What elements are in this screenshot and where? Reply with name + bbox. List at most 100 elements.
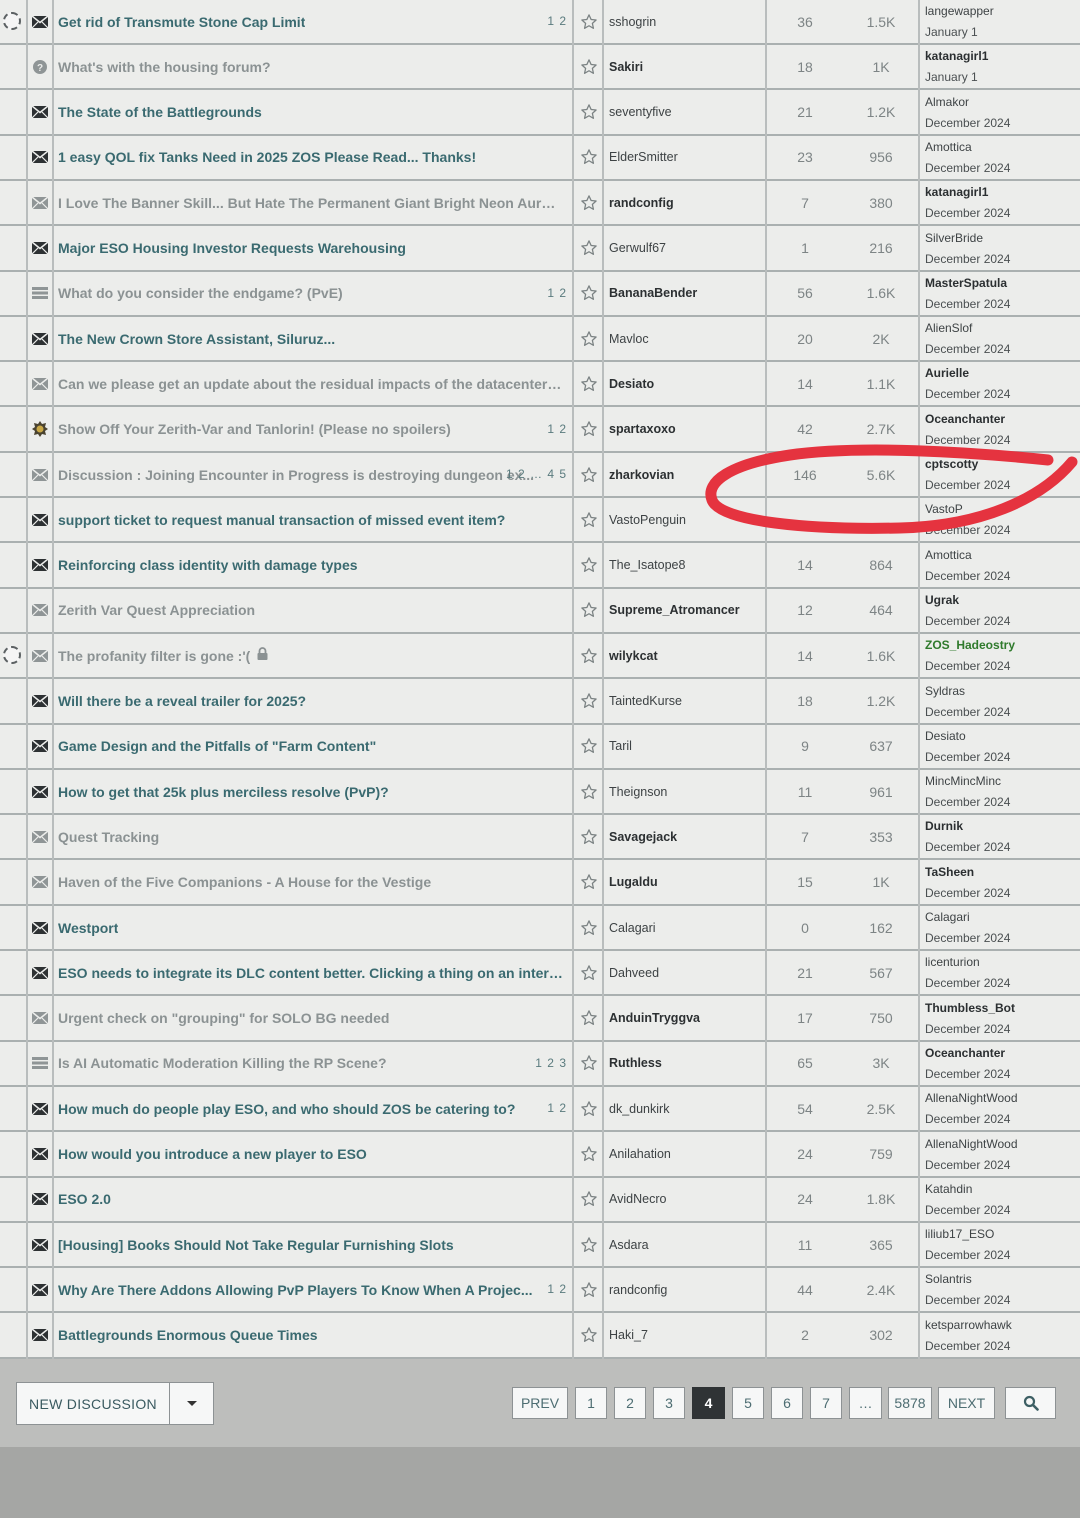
discussion-starter[interactable]: Taril: [609, 725, 765, 768]
discussion-title-link[interactable]: Why Are There Addons Allowing PvP Player…: [58, 1282, 533, 1298]
bookmark-star-icon[interactable]: [576, 725, 602, 768]
last-post-date[interactable]: December 2024: [925, 433, 1010, 447]
bookmark-star-icon[interactable]: [576, 317, 602, 360]
discussion-starter[interactable]: VastoPenguin: [609, 498, 765, 541]
bookmark-star-icon[interactable]: [576, 589, 602, 632]
discussion-starter[interactable]: zharkovian: [609, 453, 765, 496]
discussion-starter[interactable]: randconfig: [609, 1268, 765, 1311]
last-post-user[interactable]: MincMincMinc: [925, 774, 1001, 788]
page-links[interactable]: 1 2 … 4 5: [506, 467, 567, 481]
last-post-date[interactable]: December 2024: [925, 886, 1010, 900]
discussion-title-link[interactable]: The State of the Battlegrounds: [58, 104, 262, 120]
last-post-user[interactable]: Solantris: [925, 1272, 972, 1286]
page-number-button[interactable]: 1: [575, 1387, 607, 1419]
bookmark-star-icon[interactable]: [576, 227, 602, 270]
discussion-starter[interactable]: spartaxoxo: [609, 408, 765, 451]
page-links[interactable]: 1 2: [547, 1282, 567, 1296]
bookmark-star-icon[interactable]: [576, 861, 602, 904]
last-post-user[interactable]: Thumbless_Bot: [925, 1001, 1015, 1015]
last-post-user[interactable]: Amottica: [925, 140, 972, 154]
discussion-starter[interactable]: Savagejack: [609, 815, 765, 858]
last-post-user[interactable]: Amottica: [925, 548, 972, 562]
last-post-date[interactable]: December 2024: [925, 976, 1010, 990]
page-links[interactable]: 1 2: [547, 14, 567, 28]
bookmark-star-icon[interactable]: [576, 815, 602, 858]
discussion-starter[interactable]: AnduinTryggva: [609, 997, 765, 1040]
discussion-title-link[interactable]: Discussion : Joining Encounter in Progre…: [58, 467, 534, 483]
page-number-button[interactable]: 4: [692, 1387, 725, 1419]
discussion-starter[interactable]: TaintedKurse: [609, 680, 765, 723]
last-post-user[interactable]: AllenaNightWood: [925, 1091, 1018, 1105]
last-post-date[interactable]: December 2024: [925, 750, 1010, 764]
bookmark-star-icon[interactable]: [576, 362, 602, 405]
participant-avatar[interactable]: [3, 12, 21, 30]
last-post-user[interactable]: Katahdin: [925, 1182, 972, 1196]
discussion-starter[interactable]: Supreme_Atromancer: [609, 589, 765, 632]
last-post-date[interactable]: December 2024: [925, 705, 1010, 719]
discussion-title-link[interactable]: Major ESO Housing Investor Requests Ware…: [58, 240, 406, 256]
page-number-button[interactable]: 2: [614, 1387, 646, 1419]
next-page-button[interactable]: NEXT: [938, 1387, 995, 1419]
discussion-title-link[interactable]: Haven of the Five Companions - A House f…: [58, 874, 431, 890]
search-button[interactable]: [1005, 1387, 1056, 1419]
bookmark-star-icon[interactable]: [576, 181, 602, 224]
last-post-user[interactable]: AllenaNightWood: [925, 1137, 1018, 1151]
last-post-date[interactable]: December 2024: [925, 161, 1010, 175]
last-post-user[interactable]: Aurielle: [925, 366, 969, 380]
discussion-title-link[interactable]: Quest Tracking: [58, 829, 159, 845]
bookmark-star-icon[interactable]: [576, 634, 602, 677]
last-post-date[interactable]: December 2024: [925, 1293, 1010, 1307]
last-post-user[interactable]: katanagirl1: [925, 49, 988, 63]
discussion-starter[interactable]: Calagari: [609, 906, 765, 949]
page-number-button[interactable]: 5878: [888, 1387, 932, 1419]
last-post-user[interactable]: MasterSpatula: [925, 276, 1007, 290]
participant-avatar[interactable]: [3, 646, 21, 665]
discussion-title-link[interactable]: Reinforcing class identity with damage t…: [58, 557, 358, 573]
bookmark-star-icon[interactable]: [576, 770, 602, 813]
last-post-user[interactable]: TaSheen: [925, 865, 974, 879]
bookmark-star-icon[interactable]: [576, 272, 602, 315]
discussion-starter[interactable]: Anilahation: [609, 1133, 765, 1176]
last-post-user[interactable]: Syldras: [925, 684, 965, 698]
discussion-starter[interactable]: Haki_7: [609, 1314, 765, 1357]
bookmark-star-icon[interactable]: [576, 0, 602, 43]
discussion-starter[interactable]: Asdara: [609, 1223, 765, 1266]
discussion-starter[interactable]: AvidNecro: [609, 1178, 765, 1221]
last-post-user[interactable]: langewapper: [925, 4, 994, 18]
last-post-user[interactable]: VastoP: [925, 502, 963, 516]
bookmark-star-icon[interactable]: [576, 1087, 602, 1130]
discussion-title-link[interactable]: Will there be a reveal trailer for 2025?: [58, 693, 306, 709]
page-number-button[interactable]: 7: [810, 1387, 842, 1419]
discussion-starter[interactable]: Dahveed: [609, 951, 765, 994]
discussion-title-link[interactable]: The New Crown Store Assistant, Siluruz..…: [58, 331, 335, 347]
bookmark-star-icon[interactable]: [576, 1268, 602, 1311]
last-post-date[interactable]: December 2024: [925, 1158, 1010, 1172]
discussion-starter[interactable]: randconfig: [609, 181, 765, 224]
last-post-user[interactable]: Desiato: [925, 729, 966, 743]
discussion-starter[interactable]: sshogrin: [609, 0, 765, 43]
discussion-title-link[interactable]: What's with the housing forum?: [58, 59, 271, 75]
last-post-date[interactable]: December 2024: [925, 1022, 1010, 1036]
bookmark-star-icon[interactable]: [576, 453, 602, 496]
discussion-starter[interactable]: Ruthless: [609, 1042, 765, 1085]
discussion-title-link[interactable]: Westport: [58, 920, 118, 936]
last-post-date[interactable]: December 2024: [925, 569, 1010, 583]
page-links[interactable]: 1 2: [547, 422, 567, 436]
new-discussion-dropdown-button[interactable]: [169, 1382, 214, 1425]
last-post-user[interactable]: licenturion: [925, 955, 980, 969]
discussion-starter[interactable]: Desiato: [609, 362, 765, 405]
last-post-user[interactable]: liliub17_ESO: [925, 1227, 994, 1241]
discussion-starter[interactable]: wilykcat: [609, 634, 765, 677]
discussion-title-link[interactable]: The profanity filter is gone :'(: [58, 648, 250, 664]
page-links[interactable]: 1 2: [547, 1101, 567, 1115]
last-post-date[interactable]: December 2024: [925, 1248, 1010, 1262]
bookmark-star-icon[interactable]: [576, 45, 602, 88]
last-post-date[interactable]: December 2024: [925, 252, 1010, 266]
discussion-title-link[interactable]: I Love The Banner Skill... But Hate The …: [58, 195, 563, 211]
bookmark-star-icon[interactable]: [576, 1178, 602, 1221]
pagination-ellipsis[interactable]: …: [849, 1387, 882, 1419]
last-post-date[interactable]: December 2024: [925, 206, 1010, 220]
last-post-user[interactable]: cptscotty: [925, 457, 978, 471]
last-post-user[interactable]: Durnik: [925, 819, 963, 833]
discussion-title-link[interactable]: Battlegrounds Enormous Queue Times: [58, 1327, 318, 1343]
